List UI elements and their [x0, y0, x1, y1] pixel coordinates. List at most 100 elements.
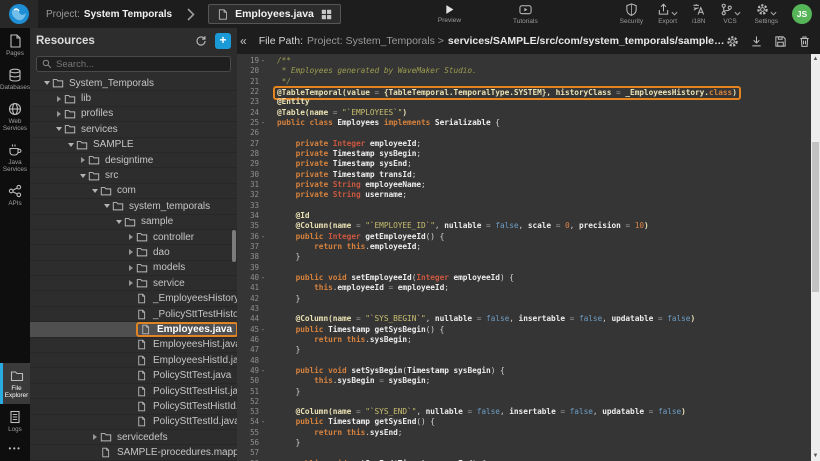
line-number: 48 — [237, 356, 259, 366]
tree-file-employeeshistid-java[interactable]: EmployeesHistId.java — [30, 353, 237, 368]
chevron-expanded-icon[interactable] — [116, 220, 122, 224]
tree-scrollbar-thumb[interactable] — [232, 230, 236, 262]
line-number: 43 — [237, 304, 259, 314]
preview-button[interactable]: Preview — [438, 4, 461, 24]
fold-marker — [259, 180, 267, 190]
tree-folder-models[interactable]: models — [30, 261, 237, 276]
line-number: 23 — [237, 97, 259, 107]
chevron-expanded-icon[interactable] — [80, 174, 86, 178]
tree-folder-lib[interactable]: lib — [30, 91, 237, 106]
settings-gear-icon[interactable] — [726, 35, 739, 48]
tree-folder-designtime[interactable]: designtime — [30, 153, 237, 168]
more-options-icon[interactable]: ••• — [0, 438, 30, 461]
tree-file-employeeshist-java[interactable]: EmployeesHist.java — [30, 338, 237, 353]
line-number: 25 — [237, 118, 259, 128]
chevron-collapsed-icon[interactable] — [129, 234, 133, 240]
tree-folder-service[interactable]: service — [30, 276, 237, 291]
chevron-expanded-icon[interactable] — [68, 143, 74, 147]
topbar-item-settings[interactable]: Settings — [755, 3, 779, 25]
tutorials-button[interactable]: Tutorials — [513, 3, 538, 25]
tree-folder-sample[interactable]: sample — [30, 215, 237, 230]
tree-item-label: EmployeesHistId.java — [153, 355, 237, 366]
chevron-expanded-icon[interactable] — [56, 127, 62, 131]
tree-folder-profiles[interactable]: profiles — [30, 107, 237, 122]
tree-folder-dao[interactable]: dao — [30, 245, 237, 260]
tree-file--employeeshistory-java[interactable]: _EmployeesHistory.java — [30, 291, 237, 306]
fold-marker[interactable]: - — [259, 118, 267, 128]
code-area[interactable]: 19-/**20 * Employees generated by WaveMa… — [237, 54, 811, 461]
tree-folder-sample[interactable]: SAMPLE — [30, 138, 237, 153]
add-resource-button[interactable]: + — [215, 33, 231, 49]
topbar-item-export[interactable]: Export — [657, 3, 678, 25]
fold-marker — [259, 190, 267, 200]
tree-file-policystttesthist-java[interactable]: PolicySttTestHist.java — [30, 384, 237, 399]
fold-marker[interactable]: - — [259, 366, 267, 376]
scrollbar-thumb[interactable] — [812, 142, 819, 292]
download-icon[interactable] — [750, 35, 763, 48]
topbar-item-i18n[interactable]: i18N — [692, 3, 705, 25]
sidebar-item-logs[interactable]: Logs — [0, 404, 30, 438]
refresh-icon[interactable] — [195, 35, 207, 47]
line-number: 33 — [237, 201, 259, 211]
sidebar-item-file-explorer[interactable]: File Explorer — [0, 363, 30, 404]
fold-marker[interactable]: - — [259, 325, 267, 335]
tree-file-sample-procedures-mappings-json[interactable]: SAMPLE-procedures.mappings.json — [30, 445, 237, 460]
chevron-collapsed-icon[interactable] — [81, 157, 85, 163]
sidebar-item-java-services[interactable]: Java Services — [0, 137, 30, 178]
topbar-item-vcs[interactable]: VCS — [720, 3, 741, 25]
chevron-down-icon — [770, 11, 777, 16]
editor-scrollbar[interactable]: ▲ ▼ — [811, 54, 820, 461]
app-logo[interactable] — [0, 0, 38, 28]
fold-marker[interactable]: - — [259, 232, 267, 242]
save-icon[interactable] — [774, 35, 787, 48]
sidebar-item-pages[interactable]: Pages — [0, 28, 30, 62]
sidebar-item-web-services[interactable]: Web Services — [0, 96, 30, 137]
chevron-collapsed-icon[interactable] — [129, 249, 133, 255]
fold-marker[interactable]: - — [259, 56, 267, 66]
tree-file--policystttesthistory-java[interactable]: _PolicySttTestHistory.java — [30, 307, 237, 322]
sidebar-item-databases[interactable]: Databases — [0, 62, 30, 96]
tree-file-policystttestid-java[interactable]: PolicySttTestId.java — [30, 415, 237, 430]
tree-folder-src[interactable]: src — [30, 168, 237, 183]
chevron-collapsed-icon[interactable] — [129, 280, 133, 286]
search-input[interactable] — [56, 59, 225, 70]
tree-file-employees-java[interactable]: Employees.java — [30, 322, 237, 337]
grid-icon[interactable] — [321, 9, 332, 20]
tab-employees-java[interactable]: Employees.java — [208, 4, 341, 24]
scroll-up-icon[interactable]: ▲ — [811, 54, 820, 64]
tree-folder-services[interactable]: services — [30, 122, 237, 137]
shield-icon — [625, 3, 638, 16]
scroll-down-icon[interactable]: ▼ — [811, 451, 820, 461]
code-line-content: private Timestamp sysBegin; — [267, 149, 421, 159]
tree-folder-controller[interactable]: controller — [30, 230, 237, 245]
collapse-panel-icon[interactable]: « — [240, 34, 247, 48]
tree-folder-system-temporals[interactable]: system_temporals — [30, 199, 237, 214]
fold-marker[interactable]: - — [259, 273, 267, 283]
code-line-content: } — [267, 387, 300, 397]
trash-icon[interactable] — [798, 35, 811, 48]
tree-file-policystttesthistid-java[interactable]: PolicySttTestHistId.java — [30, 399, 237, 414]
chevron-expanded-icon[interactable] — [104, 204, 110, 208]
code-line: 48 — [237, 356, 811, 366]
user-avatar[interactable]: JS — [792, 4, 812, 24]
chevron-expanded-icon[interactable] — [44, 81, 50, 85]
chevron-collapsed-icon[interactable] — [93, 434, 97, 440]
chevron-expanded-icon[interactable] — [92, 189, 98, 193]
tree-folder-system-temporals[interactable]: System_Temporals — [30, 76, 237, 91]
line-number: 55 — [237, 428, 259, 438]
chevron-collapsed-icon[interactable] — [57, 111, 61, 117]
fold-marker — [259, 387, 267, 397]
tree-arrow-slot — [66, 143, 76, 147]
sidebar-item-apis[interactable]: APIs — [0, 178, 30, 212]
code-line-content: @Id — [267, 211, 310, 221]
tree-folder-servicedefs[interactable]: servicedefs — [30, 430, 237, 445]
chevron-collapsed-icon[interactable] — [129, 265, 133, 271]
fold-marker[interactable]: - — [259, 417, 267, 427]
folder-icon — [64, 108, 77, 120]
topbar-item-security[interactable]: Security — [620, 3, 643, 25]
tree-folder-com[interactable]: com — [30, 184, 237, 199]
tree-file-policystttest-java[interactable]: PolicySttTest.java — [30, 368, 237, 383]
chevron-collapsed-icon[interactable] — [57, 96, 61, 102]
topbar-item-label: i18N — [692, 18, 705, 25]
line-number: 30 — [237, 170, 259, 180]
